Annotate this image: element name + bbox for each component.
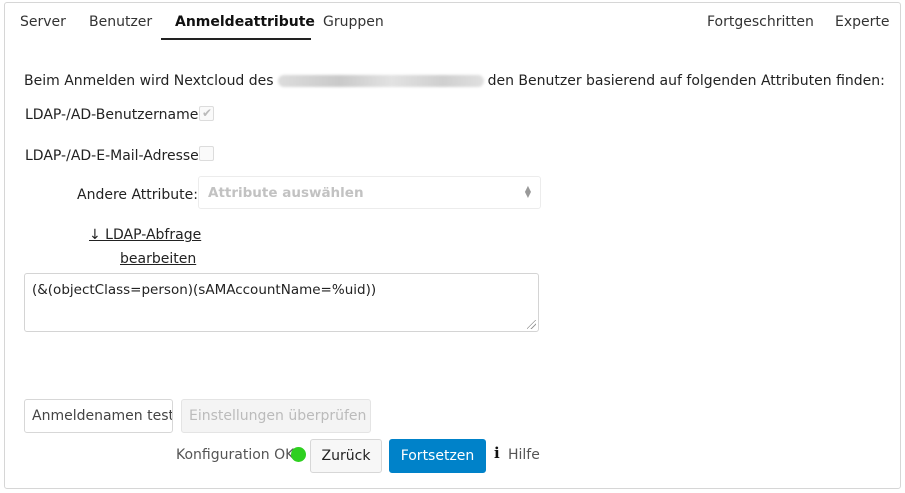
redacted-text xyxy=(277,75,484,87)
other-attributes-select[interactable]: Attribute auswählen ▲ ▼ xyxy=(198,176,541,209)
edit-ldap-query-link-line2[interactable]: bearbeiten xyxy=(120,251,196,267)
status-ok-icon xyxy=(291,447,306,462)
tab-server[interactable]: Server xyxy=(20,14,66,30)
tab-fortgeschritten[interactable]: Fortgeschritten xyxy=(707,14,814,30)
tab-gruppen[interactable]: Gruppen xyxy=(323,14,384,30)
intro-text-before: Beim Anmelden wird Nextcloud des xyxy=(24,73,274,89)
tab-anmeldeattribute[interactable]: Anmeldeattribute xyxy=(175,14,315,30)
other-attributes-label: Andere Attribute: xyxy=(77,187,198,203)
email-attr-checkbox[interactable] xyxy=(199,146,214,161)
username-attr-checkbox[interactable]: ✔ xyxy=(199,106,214,121)
ldap-filter-textarea[interactable]: (&(objectClass=person)(sAMAccountName=%u… xyxy=(24,273,539,332)
sort-arrows-icon: ▲ ▼ xyxy=(524,184,531,199)
other-attributes-placeholder: Attribute auswählen xyxy=(208,185,364,201)
tab-bar: Server Benutzer Anmeldeattribute Gruppen… xyxy=(5,3,900,40)
config-status-text: Konfiguration OK xyxy=(176,447,295,463)
help-link[interactable]: Hilfe xyxy=(508,447,540,463)
resize-handle-icon[interactable] xyxy=(527,320,536,329)
edit-ldap-query-link[interactable]: ↓ LDAP-Abfrage xyxy=(89,227,201,243)
username-attr-label: LDAP-/AD-Benutzername: xyxy=(25,107,204,123)
email-attr-label: LDAP-/AD-E-Mail-Adresse: xyxy=(25,148,204,164)
intro-text: Beim Anmelden wird Nextcloud des den Benu… xyxy=(24,73,885,89)
test-login-name-button[interactable]: Anmeldenamen testen xyxy=(24,399,173,433)
info-icon[interactable]: i xyxy=(494,444,500,462)
back-button[interactable]: Zurück xyxy=(310,439,382,473)
continue-button[interactable]: Fortsetzen xyxy=(389,439,486,473)
checkmark-icon: ✔ xyxy=(202,106,213,120)
ldap-wizard-panel: Server Benutzer Anmeldeattribute Gruppen… xyxy=(4,2,901,489)
active-tab-indicator xyxy=(161,38,311,40)
tab-experte[interactable]: Experte xyxy=(835,14,890,30)
intro-text-after: den Benutzer basierend auf folgenden Att… xyxy=(487,73,885,89)
ldap-filter-value: (&(objectClass=person)(sAMAccountName=%u… xyxy=(32,282,377,298)
verify-settings-button[interactable]: Einstellungen überprüfen xyxy=(181,399,371,433)
tab-benutzer[interactable]: Benutzer xyxy=(89,14,152,30)
